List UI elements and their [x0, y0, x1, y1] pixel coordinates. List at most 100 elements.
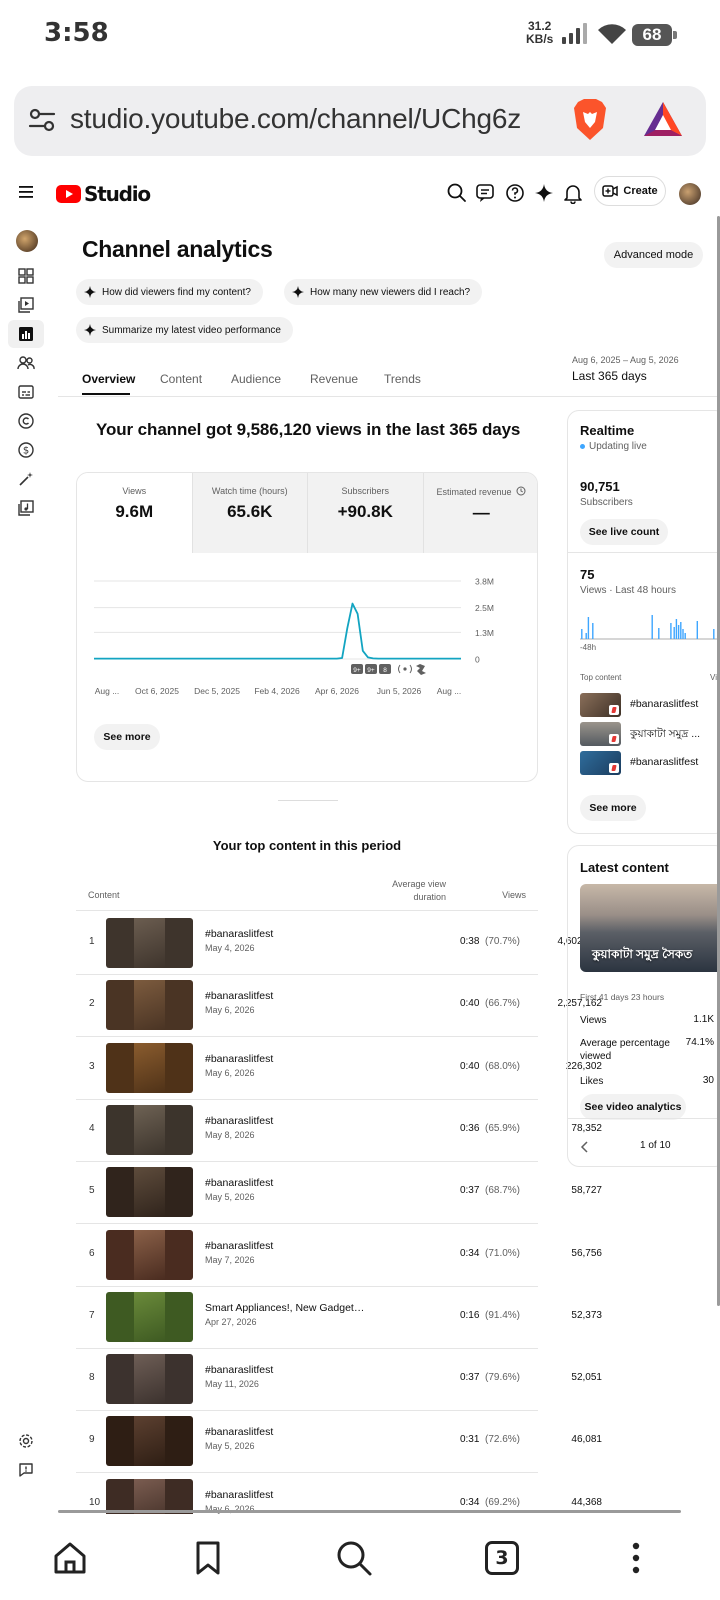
- see-more-button[interactable]: See more: [94, 724, 160, 750]
- ai-sparkle-icon[interactable]: [533, 182, 555, 204]
- sparkle-icon: [84, 286, 96, 298]
- sidebar-item-community[interactable]: [8, 349, 44, 377]
- realtime-item[interactable]: #banaraslitfest: [580, 751, 720, 775]
- bookmarks-button[interactable]: [186, 1536, 230, 1580]
- shorts-marker-icon[interactable]: [416, 664, 426, 675]
- video-title[interactable]: #banaraslitfest: [205, 1489, 369, 1501]
- col-header-views[interactable]: Views: [470, 890, 526, 900]
- video-thumbnail[interactable]: [106, 1167, 193, 1218]
- tabs-button[interactable]: 3: [480, 1536, 524, 1580]
- sidebar-item-dashboard[interactable]: [8, 262, 44, 290]
- ask-chip-summarize[interactable]: Summarize my latest video performance: [76, 317, 293, 343]
- ask-chip-new-viewers[interactable]: How many new viewers did I reach?: [284, 279, 483, 305]
- video-thumbnail[interactable]: [106, 980, 193, 1031]
- sidebar-item-content[interactable]: [8, 291, 44, 319]
- table-row[interactable]: 4 #banaraslitfest May 8, 2026 0:36 (65.9%) 7…: [76, 1099, 602, 1161]
- latest-video-thumbnail[interactable]: কুয়াকাটা সমুদ্র সৈকত: [580, 884, 720, 972]
- table-row[interactable]: 9 #banaraslitfest May 5, 2026 0:31 (72.6%) 4…: [76, 1410, 602, 1472]
- create-button[interactable]: Create: [594, 176, 666, 206]
- metric-estimated-revenue[interactable]: Estimated revenue —: [423, 473, 537, 553]
- video-thumbnail[interactable]: [106, 1229, 193, 1280]
- realtime-see-more-button[interactable]: See more: [580, 795, 646, 821]
- notifications-icon[interactable]: [562, 182, 584, 204]
- tab-revenue[interactable]: Revenue: [310, 372, 358, 386]
- video-title[interactable]: #banaraslitfest: [205, 928, 369, 940]
- row-rank: 3: [89, 1060, 95, 1072]
- col-header-avd[interactable]: Average view duration: [380, 878, 446, 904]
- table-row[interactable]: 6 #banaraslitfest May 7, 2026 0:34 (71.0%) 5…: [76, 1224, 602, 1286]
- realtime-item[interactable]: কুয়াকাটা সমুদ্র ...: [580, 722, 720, 746]
- tab-overview[interactable]: Overview: [82, 372, 135, 386]
- x-tick-label: Jun 5, 2026: [377, 686, 422, 696]
- search-button[interactable]: [332, 1536, 376, 1580]
- video-thumbnail[interactable]: [106, 1104, 193, 1155]
- see-live-count-button[interactable]: See live count: [580, 519, 668, 545]
- horizontal-scrollbar[interactable]: [58, 1510, 681, 1513]
- video-thumbnail[interactable]: [106, 1291, 193, 1342]
- comments-icon[interactable]: [475, 182, 497, 204]
- video-title[interactable]: #banaraslitfest: [205, 1115, 369, 1127]
- tab-trends[interactable]: Trends: [384, 372, 421, 386]
- url-bar[interactable]: studio.youtube.com/channel/UChg6z: [14, 86, 706, 156]
- metric-subscribers[interactable]: Subscribers +90.8K: [308, 473, 424, 553]
- content-marker[interactable]: 9+: [351, 664, 363, 674]
- menu-icon[interactable]: [18, 184, 36, 200]
- url-text[interactable]: studio.youtube.com/channel/UChg6z: [70, 103, 521, 135]
- sidebar-item-copyright[interactable]: [8, 407, 44, 435]
- advanced-mode-button[interactable]: Advanced mode: [604, 242, 703, 268]
- brave-shields-icon[interactable]: [572, 98, 608, 142]
- video-title[interactable]: #banaraslitfest: [205, 1240, 369, 1252]
- sidebar-item-earn[interactable]: $: [8, 436, 44, 464]
- video-title[interactable]: #banaraslitfest: [205, 1364, 369, 1376]
- content-marker[interactable]: 8: [379, 664, 391, 674]
- content-marker[interactable]: 9+: [365, 664, 377, 674]
- bat-rewards-icon[interactable]: [642, 100, 684, 140]
- realtime-bar-chart[interactable]: [580, 607, 720, 641]
- sidebar-item-audio-library[interactable]: [8, 494, 44, 522]
- tab-audience[interactable]: Audience: [231, 372, 281, 386]
- metric-watch-time[interactable]: Watch time (hours) 65.6K: [192, 473, 308, 553]
- video-title[interactable]: Smart Appliances!, New Gadgets,...: [205, 1302, 369, 1314]
- video-thumbnail[interactable]: [106, 1416, 193, 1467]
- views-chart[interactable]: 3.8M 2.5M 1.3M 0 9+ 9+ 8 Aug ... Oct 6, 2025 Dec …: [77, 553, 538, 703]
- video-title[interactable]: #banaraslitfest: [205, 1053, 369, 1065]
- sidebar-item-settings[interactable]: [8, 1427, 44, 1455]
- see-video-analytics-button[interactable]: See video analytics: [580, 1094, 686, 1120]
- video-title[interactable]: #banaraslitfest: [205, 1426, 369, 1438]
- table-row[interactable]: 5 #banaraslitfest May 5, 2026 0:37 (68.7%) 5…: [76, 1161, 602, 1223]
- table-row[interactable]: 7 Smart Appliances!, New Gadgets,... Apr 2…: [76, 1286, 602, 1348]
- sidebar-item-analytics[interactable]: [8, 320, 44, 348]
- help-icon[interactable]: [504, 182, 526, 204]
- realtime-item[interactable]: #banaraslitfest: [580, 693, 720, 717]
- account-avatar[interactable]: [679, 183, 701, 205]
- table-row[interactable]: 3 #banaraslitfest May 6, 2026 0:40 (68.0%) 2…: [76, 1037, 602, 1099]
- date-preset[interactable]: Last 365 days: [572, 369, 647, 383]
- search-icon[interactable]: [446, 182, 468, 204]
- live-marker-icon[interactable]: [398, 664, 412, 674]
- shorts-icon: [609, 705, 619, 715]
- sidebar-item-subtitles[interactable]: [8, 378, 44, 406]
- home-button[interactable]: [48, 1536, 92, 1580]
- metric-views[interactable]: Views 9.6M: [77, 473, 193, 553]
- video-title[interactable]: #banaraslitfest: [205, 1177, 369, 1189]
- chevron-left-icon[interactable]: [580, 1141, 590, 1153]
- video-title[interactable]: #banaraslitfest: [205, 990, 369, 1002]
- video-date: May 7, 2026: [205, 1254, 255, 1265]
- channel-avatar[interactable]: [16, 230, 38, 252]
- table-row[interactable]: 2 #banaraslitfest May 6, 2026 0:40 (66.7%) 2…: [76, 974, 602, 1036]
- sidebar-item-customization[interactable]: [8, 465, 44, 493]
- video-thumbnail[interactable]: [106, 918, 193, 968]
- video-thumbnail[interactable]: [106, 1354, 193, 1405]
- tab-content[interactable]: Content: [160, 372, 202, 386]
- sidebar-item-feedback[interactable]: [8, 1456, 44, 1484]
- youtube-studio-logo[interactable]: Studio: [56, 182, 151, 206]
- video-thumbnail[interactable]: [106, 1042, 193, 1093]
- site-settings-icon[interactable]: [28, 106, 56, 134]
- ask-chip-viewers-find[interactable]: How did viewers find my content?: [76, 279, 263, 305]
- views-series-line[interactable]: [94, 602, 461, 660]
- browser-menu-button[interactable]: [614, 1536, 658, 1580]
- table-row[interactable]: 1#banaraslitfestMay 4, 20260:38 (70.7%)4…: [76, 912, 602, 974]
- date-range[interactable]: Aug 6, 2025 – Aug 5, 2026: [572, 355, 679, 365]
- realtime-bar: [675, 619, 678, 639]
- table-row[interactable]: 8 #banaraslitfest May 11, 2026 0:37 (79.6%)…: [76, 1348, 602, 1410]
